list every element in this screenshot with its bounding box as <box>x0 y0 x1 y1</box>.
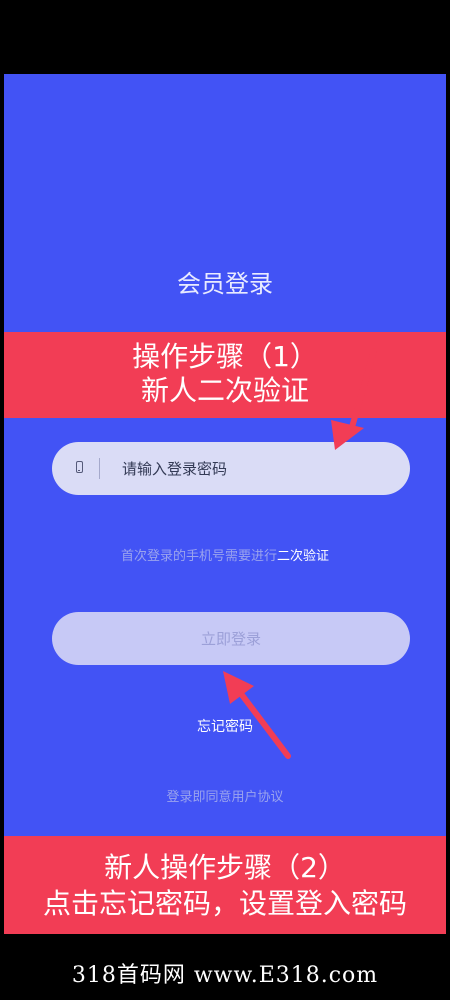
annotation-arrows <box>223 348 377 759</box>
arrow-to-verification-icon <box>331 348 377 450</box>
arrow-to-forgot-password-icon <box>223 671 291 759</box>
app-screen: 会员登录 操作步骤（1） 新人二次验证 首次登录的手机号需要进行二次验证 立即登… <box>4 74 446 934</box>
watermark: 318首码网 www.E318.com <box>71 963 379 988</box>
